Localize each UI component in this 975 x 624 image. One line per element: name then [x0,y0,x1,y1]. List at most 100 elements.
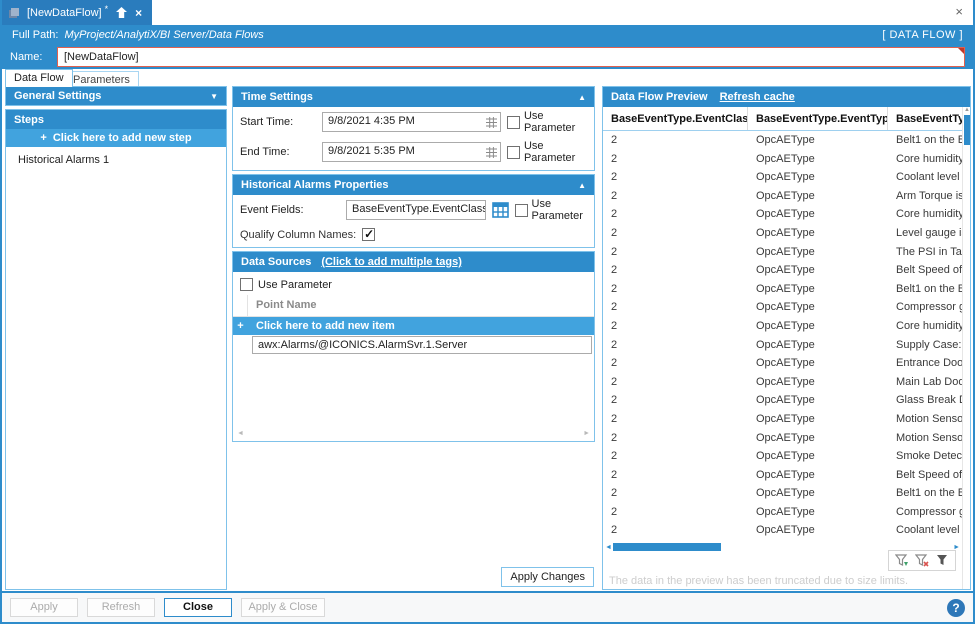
table-row[interactable]: 2 OpcAEType Motion Sensor P [603,429,962,448]
table-row[interactable]: 2 OpcAEType Glass Break Dete [603,391,962,410]
table-cell: Motion Sensor P [896,412,962,425]
table-row[interactable]: 2 OpcAEType Main Lab Door C [603,373,962,392]
data-sources-use-parameter-checkbox[interactable] [240,278,253,291]
general-settings-label: General Settings [14,90,102,102]
table-cell: 2 [611,431,618,444]
edit-filter-icon[interactable] [895,554,909,567]
table-cell: 2 [611,375,618,388]
preview-title: Data Flow Preview [611,91,708,103]
date-picker-icon[interactable] [485,117,497,128]
event-fields-use-parameter-checkbox[interactable] [514,203,528,217]
modified-marker: * [104,3,109,14]
table-row[interactable]: 2 OpcAEType Motion Sensor P [603,410,962,429]
event-fields-input[interactable]: BaseEventType.EventClass;BaseEventType [346,200,486,220]
chevron-down-icon[interactable]: ▼ [210,92,218,101]
table-cell: Belt1 on the Box [896,282,962,295]
table-row[interactable]: 2 OpcAEType Compressor gaug [603,503,962,522]
general-settings-header[interactable]: General Settings ▼ [5,86,227,106]
table-row[interactable]: 2 OpcAEType Compressor gaug [603,298,962,317]
close-button[interactable]: Close [164,598,232,617]
table-cell: Coolant level is lo [896,171,962,184]
add-step-label: Click here to add new step [52,132,192,144]
column-header-eventclass[interactable]: BaseEventType.EventClass [UInt [603,107,748,130]
scroll-left-icon[interactable]: ◄ [237,430,244,437]
table-cell: 2 [611,394,618,407]
steps-list: Historical Alarms 1 [6,147,226,173]
table-row[interactable]: 2 OpcAEType Core humidity is [603,150,962,169]
table-cell: Core humidity is [896,208,962,221]
plus-icon: + [237,320,244,332]
apply-button[interactable]: Apply [10,598,78,617]
table-row[interactable]: 2 OpcAEType Belt1 on the Box [603,484,962,503]
table-row[interactable]: 2 OpcAEType Smoke Detector [603,447,962,466]
table-row[interactable]: 2 OpcAEType Belt1 on the Box [603,280,962,299]
time-settings-header[interactable]: Time Settings ▲ [233,87,594,107]
preview-vscrollbar[interactable]: ▲ [962,107,970,589]
table-row[interactable]: 2 OpcAEType Coolant level is lo [603,168,962,187]
end-use-parameter-checkbox[interactable] [506,145,520,159]
document-tab[interactable]: [NewDataFlow] * × [2,0,153,25]
table-row[interactable]: 2 OpcAEType Belt Speed of Pu [603,261,962,280]
help-icon[interactable]: ? [947,598,965,617]
chevron-up-icon[interactable]: ▲ [578,93,586,102]
alarm-properties-header[interactable]: Historical Alarms Properties ▲ [233,175,594,195]
field-picker-icon[interactable] [491,202,509,218]
table-row[interactable]: 2 OpcAEType Level gauge is no [603,224,962,243]
vscroll-thumb[interactable] [964,115,970,145]
apply-changes-button[interactable]: Apply Changes [501,567,594,587]
qualify-checkbox[interactable] [362,227,376,241]
refresh-cache-link[interactable]: Refresh cache [720,91,795,103]
clear-filter-icon[interactable] [915,554,929,567]
step-list-item[interactable]: Historical Alarms 1 [6,147,226,173]
end-time-input[interactable]: 9/8/2021 5:35 PM [322,142,501,162]
point-name-column-header[interactable]: Point Name [248,295,325,316]
table-cell: 2 [611,468,618,481]
refresh-button[interactable]: Refresh [87,598,155,617]
start-time-input[interactable]: 9/8/2021 4:35 PM [322,112,501,132]
window-close-icon[interactable]: × [955,4,963,19]
tab-data-flow[interactable]: Data Flow [5,69,73,87]
chevron-up-icon[interactable]: ▲ [578,181,586,190]
table-row[interactable]: 2 OpcAEType Supply Case: But [603,336,962,355]
hscroll-thumb[interactable] [613,543,721,551]
row-gutter [233,295,248,316]
table-cell: 2 [611,319,618,332]
point-name-input[interactable]: awx:Alarms/@ICONICS.AlarmSvr.1.Server [252,336,592,354]
data-sources-section: Data Sources (Click to add multiple tags… [232,251,595,442]
column-header-message[interactable]: BaseEventType.Me [888,107,962,130]
table-cell: Entrance Door Co [896,357,962,370]
data-sources-hscrollbar[interactable]: ◄ ► [233,426,594,440]
table-row[interactable]: 2 OpcAEType Arm Torque is Hi [603,187,962,206]
table-cell: 2 [611,412,618,425]
home-icon[interactable] [115,6,128,19]
table-row[interactable]: 2 OpcAEType Entrance Door Co [603,354,962,373]
table-cell: OpcAEType [756,357,815,370]
add-item-button[interactable]: + Click here to add new item [233,317,594,335]
start-use-parameter-checkbox[interactable] [506,115,520,129]
add-step-button[interactable]: + Click here to add new step [6,129,226,147]
table-cell: 2 [611,505,618,518]
table-row[interactable]: 2 OpcAEType Belt Speed of Pu [603,466,962,485]
scroll-left-icon[interactable]: ◄ [605,544,612,551]
table-row[interactable]: 2 OpcAEType Core humidity is [603,205,962,224]
apply-and-close-button[interactable]: Apply & Close [241,598,325,617]
table-cell: OpcAEType [756,468,815,481]
name-input[interactable]: [NewDataFlow] [57,47,965,67]
use-parameter-label: Use Parameter [531,198,583,222]
date-picker-icon[interactable] [485,147,497,158]
tab-parameters[interactable]: Parameters [64,71,139,87]
tab-close-icon[interactable]: × [135,6,142,20]
end-time-value: 9/8/2021 5:35 PM [328,145,415,157]
table-row[interactable]: 2 OpcAEType Core humidity is [603,317,962,336]
table-row[interactable]: 2 OpcAEType The PSI in Tank1 [603,243,962,262]
column-header-eventtype[interactable]: BaseEventType.EventType [Strin [748,107,888,130]
scroll-up-icon[interactable]: ▲ [964,107,970,113]
scroll-right-icon[interactable]: ► [583,430,590,437]
add-multiple-tags-link[interactable]: (Click to add multiple tags) [321,256,462,268]
table-row[interactable]: 2 OpcAEType Coolant level is c [603,521,962,540]
filter-icon[interactable] [935,554,949,567]
full-path-value: MyProject/AnalytiX/BI Server/Data Flows [64,29,264,41]
table-cell: 2 [611,487,618,500]
table-row[interactable]: 2 OpcAEType Belt1 on the Box [603,131,962,150]
time-settings-label: Time Settings [241,91,313,103]
